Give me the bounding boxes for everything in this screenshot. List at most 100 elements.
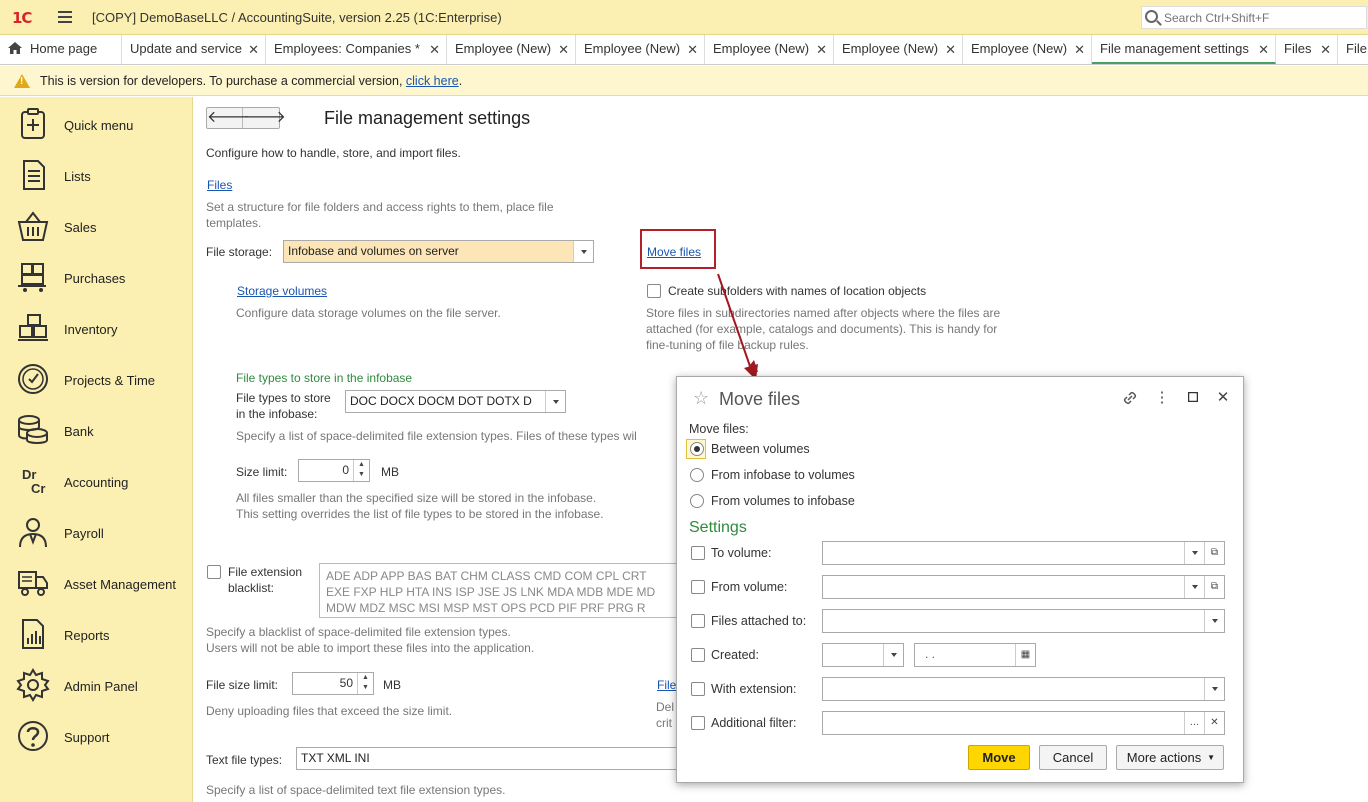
close-tab-icon[interactable]: ✕ bbox=[248, 42, 259, 58]
size-limit-input[interactable]: 0 ▲ ▼ bbox=[298, 459, 370, 482]
callout-arrow bbox=[717, 273, 758, 380]
files-link[interactable]: Files bbox=[207, 177, 232, 193]
sidebar-item-sales[interactable]: Sales bbox=[0, 203, 193, 247]
sidebar-item-purchases[interactable]: Purchases bbox=[0, 254, 193, 298]
forward-button[interactable]: 🡒 bbox=[243, 108, 286, 128]
star-icon[interactable]: ☆ bbox=[693, 388, 709, 409]
history-nav: 🡐 🡒 bbox=[206, 107, 286, 129]
open-icon[interactable]: ⧉ bbox=[1204, 576, 1224, 598]
sidebar-item-admin-panel[interactable]: Admin Panel bbox=[0, 662, 193, 706]
to-volume-checkbox[interactable] bbox=[691, 546, 705, 560]
close-tab-icon[interactable]: ✕ bbox=[687, 42, 698, 58]
radio-label: Between volumes bbox=[711, 442, 810, 456]
sidebar-item-support[interactable]: Support bbox=[0, 713, 193, 757]
calendar-icon[interactable]: ▦ bbox=[1015, 644, 1035, 666]
back-button[interactable]: 🡐 bbox=[207, 108, 250, 128]
tab-home-page[interactable]: Home page bbox=[0, 35, 122, 64]
blacklist-line: EXE FXP HLP HTA INS ISP JSE JS LNK MDA M… bbox=[326, 585, 656, 599]
radio-between-volumes[interactable] bbox=[690, 442, 704, 456]
tab-file-management-settings[interactable]: File management settings ✕ bbox=[1092, 35, 1276, 64]
spinner-icon[interactable]: ▲ ▼ bbox=[353, 460, 369, 481]
close-tab-icon[interactable]: ✕ bbox=[816, 42, 827, 58]
close-tab-icon[interactable]: ✕ bbox=[558, 42, 569, 58]
chevron-down-icon[interactable] bbox=[1204, 610, 1224, 632]
clear-icon[interactable]: ✕ bbox=[1204, 712, 1224, 734]
tab-employee-new[interactable]: Employee (New) ✕ bbox=[705, 35, 834, 64]
blacklist-textarea[interactable]: ADE ADP APP BAS BAT CHM CLASS CMD COM CP… bbox=[319, 563, 684, 618]
files-attached-checkbox[interactable] bbox=[691, 614, 705, 628]
cancel-button[interactable]: Cancel bbox=[1039, 745, 1107, 770]
chevron-down-icon[interactable] bbox=[545, 391, 565, 412]
sidebar-item-asset-management[interactable]: Asset Management bbox=[0, 560, 193, 604]
tab-update-and-service[interactable]: Update and service ✕ bbox=[122, 35, 266, 64]
open-icon[interactable]: ⧉ bbox=[1204, 542, 1224, 564]
tab-file[interactable]: File bbox=[1338, 35, 1368, 64]
with-extension-checkbox[interactable] bbox=[691, 682, 705, 696]
search-input[interactable] bbox=[1164, 9, 1364, 26]
file-types-label-2: in the infobase: bbox=[236, 407, 318, 421]
close-icon[interactable]: ✕ bbox=[1214, 388, 1232, 406]
page-description: Configure how to handle, store, and impo… bbox=[206, 146, 461, 160]
additional-filter-checkbox[interactable] bbox=[691, 716, 705, 730]
close-tab-icon[interactable]: ✕ bbox=[945, 42, 956, 58]
sidebar-item-inventory[interactable]: Inventory bbox=[0, 305, 193, 349]
chevron-down-icon[interactable] bbox=[883, 644, 903, 666]
created-period-select[interactable] bbox=[822, 643, 904, 667]
purchase-link[interactable]: click here bbox=[406, 74, 459, 88]
sidebar-item-quick-menu[interactable]: Quick menu bbox=[0, 101, 193, 145]
link-icon[interactable] bbox=[1121, 388, 1139, 410]
chevron-down-icon[interactable] bbox=[1184, 542, 1204, 564]
sidebar-item-accounting[interactable]: Dr Cr Accounting bbox=[0, 458, 193, 502]
created-checkbox[interactable] bbox=[691, 648, 705, 662]
tab-employee-new[interactable]: Employee (New) ✕ bbox=[834, 35, 963, 64]
chevron-down-icon[interactable] bbox=[1184, 576, 1204, 598]
ellipsis-icon[interactable]: … bbox=[1184, 712, 1204, 734]
sidebar-item-bank[interactable]: Bank bbox=[0, 407, 193, 451]
close-tab-icon[interactable]: ✕ bbox=[1320, 42, 1331, 58]
sidebar-item-projects-time[interactable]: Projects & Time bbox=[0, 356, 193, 400]
size-limit-value: 0 bbox=[342, 463, 349, 477]
coins-icon bbox=[18, 415, 48, 444]
sidebar-item-label: Admin Panel bbox=[64, 679, 138, 694]
create-subfolders-checkbox[interactable] bbox=[647, 284, 661, 298]
created-date-input[interactable]: . . ▦ bbox=[914, 643, 1036, 667]
tab-employee-new[interactable]: Employee (New) ✕ bbox=[963, 35, 1092, 64]
move-button[interactable]: Move bbox=[968, 745, 1030, 770]
radio-volumes-to-infobase[interactable] bbox=[690, 494, 704, 508]
file-types-input[interactable]: DOC DOCX DOCM DOT DOTX D bbox=[345, 390, 566, 413]
tab-employee-new[interactable]: Employee (New) ✕ bbox=[447, 35, 576, 64]
chevron-down-icon[interactable] bbox=[573, 241, 593, 262]
sidebar-item-reports[interactable]: Reports bbox=[0, 611, 193, 655]
move-files-dialog: ☆ Move files ⋮ ✕ Move files: Between vol… bbox=[676, 376, 1244, 783]
sidebar-item-label: Inventory bbox=[64, 322, 118, 337]
chevron-down-icon[interactable] bbox=[1204, 678, 1224, 700]
more-vertical-icon[interactable]: ⋮ bbox=[1153, 388, 1171, 406]
file-storage-select[interactable]: Infobase and volumes on server bbox=[283, 240, 594, 263]
close-tab-icon[interactable]: ✕ bbox=[1074, 42, 1085, 58]
files-attached-input[interactable] bbox=[822, 609, 1225, 633]
storage-volumes-link[interactable]: Storage volumes bbox=[237, 283, 327, 299]
file-link-partial[interactable]: File bbox=[657, 677, 676, 693]
file-size-limit-input[interactable]: 50 ▲ ▼ bbox=[292, 672, 374, 695]
from-volume-checkbox[interactable] bbox=[691, 580, 705, 594]
with-extension-input[interactable] bbox=[822, 677, 1225, 701]
global-search[interactable] bbox=[1141, 6, 1367, 29]
tab-files[interactable]: Files ✕ bbox=[1276, 35, 1338, 64]
tab-employee-new[interactable]: Employee (New) ✕ bbox=[576, 35, 705, 64]
from-volume-input[interactable]: ⧉ bbox=[822, 575, 1225, 599]
sidebar-item-payroll[interactable]: Payroll bbox=[0, 509, 193, 553]
tab-employees-companies[interactable]: Employees: Companies * ✕ bbox=[266, 35, 447, 64]
spinner-icon[interactable]: ▲ ▼ bbox=[357, 673, 373, 694]
text-file-types-input[interactable]: TXT XML INI bbox=[296, 747, 686, 770]
close-tab-icon[interactable]: ✕ bbox=[1258, 42, 1269, 58]
additional-filter-input[interactable]: … ✕ bbox=[822, 711, 1225, 735]
radio-infobase-to-volumes[interactable] bbox=[690, 468, 704, 482]
sidebar-item-lists[interactable]: Lists bbox=[0, 152, 193, 196]
sidebar-item-label: Lists bbox=[64, 169, 91, 184]
main-menu-icon[interactable] bbox=[58, 11, 72, 23]
close-tab-icon[interactable]: ✕ bbox=[429, 42, 440, 58]
blacklist-checkbox[interactable] bbox=[207, 565, 221, 579]
more-actions-button[interactable]: More actions ▼ bbox=[1116, 745, 1224, 770]
to-volume-input[interactable]: ⧉ bbox=[822, 541, 1225, 565]
maximize-icon[interactable] bbox=[1184, 388, 1202, 406]
